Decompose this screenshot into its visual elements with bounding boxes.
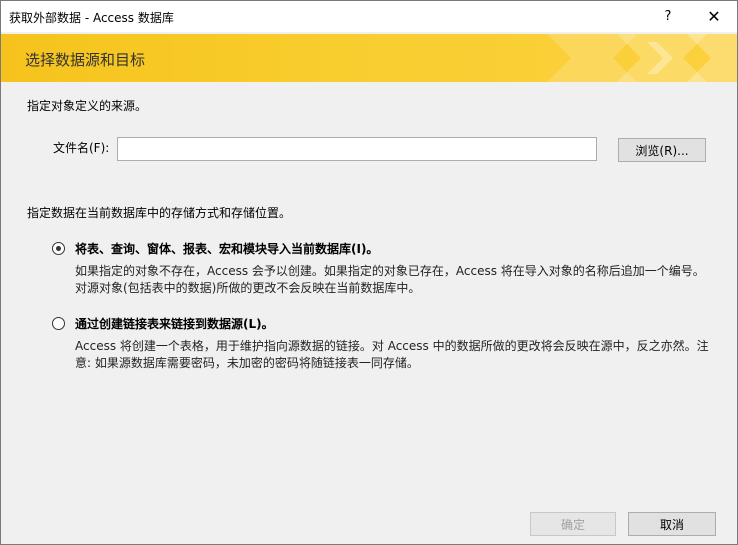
link-desc-line2: 意: 如果源数据库需要密码，未加密的密码将随链接表一同存储。 <box>75 356 419 370</box>
cancel-button[interactable]: 取消 <box>628 512 716 536</box>
storage-heading: 指定数据在当前数据库中的存储方式和存储位置。 <box>27 206 292 220</box>
source-heading: 指定对象定义的来源。 <box>27 99 148 113</box>
title-bar: 获取外部数据 - Access 数据库 ? ✕ <box>1 1 737 32</box>
link-option-label[interactable]: 通过创建链接表来链接到数据源(L)。 <box>75 315 274 332</box>
import-radio[interactable] <box>52 242 65 255</box>
file-name-label: 文件名(F): <box>53 141 110 155</box>
help-button[interactable]: ? <box>645 1 691 32</box>
link-desc-line1: Access 将创建一个表格，用于维护指向源数据的链接。对 Access 中的数… <box>75 339 709 353</box>
window-title: 获取外部数据 - Access 数据库 <box>9 11 174 25</box>
header-banner: 选择数据源和目标 <box>1 34 737 82</box>
link-radio[interactable] <box>52 317 65 330</box>
import-desc-line1: 如果指定的对象不存在，Access 会予以创建。如果指定的对象已存在，Acces… <box>75 264 705 278</box>
banner-title: 选择数据源和目标 <box>25 51 146 69</box>
import-option-label[interactable]: 将表、查询、窗体、报表、宏和模块导入当前数据库(I)。 <box>75 240 378 257</box>
ok-button[interactable]: 确定 <box>530 512 616 536</box>
close-button[interactable]: ✕ <box>691 1 737 32</box>
dialog-window: 获取外部数据 - Access 数据库 ? ✕ 选择数据源和目标 指定对象定义的… <box>0 0 738 545</box>
file-name-input[interactable] <box>117 137 597 161</box>
import-desc-line2: 对源对象(包括表中的数据)所做的更改不会反映在当前数据库中。 <box>75 281 421 295</box>
browse-button[interactable]: 浏览(R)... <box>618 138 706 162</box>
banner-arrows-decoration <box>547 34 737 82</box>
